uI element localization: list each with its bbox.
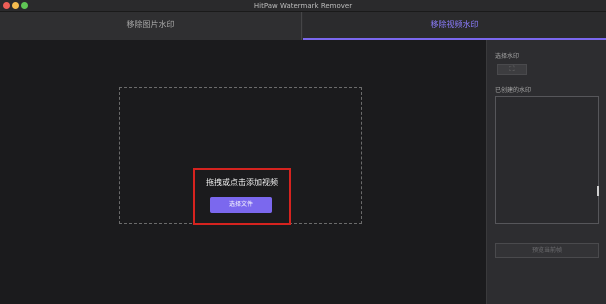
- rectangle-select-icon[interactable]: ⛶: [497, 64, 527, 75]
- tab-remove-image-watermark[interactable]: 移除图片水印: [0, 12, 302, 40]
- created-watermarks-label: 已创建的水印: [495, 87, 532, 94]
- watermark-list[interactable]: [495, 96, 599, 224]
- watermark-sidebar: 选择水印 ⛶ 已创建的水印 预览当前帧: [486, 40, 606, 304]
- select-watermark-label: 选择水印: [495, 53, 520, 60]
- tab-bar: 移除图片水印 移除视频水印: [0, 12, 606, 40]
- window-title: HitPaw Watermark Remover: [253, 2, 353, 10]
- select-file-button[interactable]: 选择文件: [210, 197, 272, 213]
- drop-hint-text: 拖拽或点击添加视频: [206, 178, 278, 187]
- list-scroll-marker: [597, 186, 599, 196]
- title-bar: HitPaw Watermark Remover: [0, 0, 606, 12]
- tab-remove-video-watermark[interactable]: 移除视频水印: [303, 12, 606, 40]
- preview-frame-button[interactable]: 预览当前帧: [495, 243, 599, 258]
